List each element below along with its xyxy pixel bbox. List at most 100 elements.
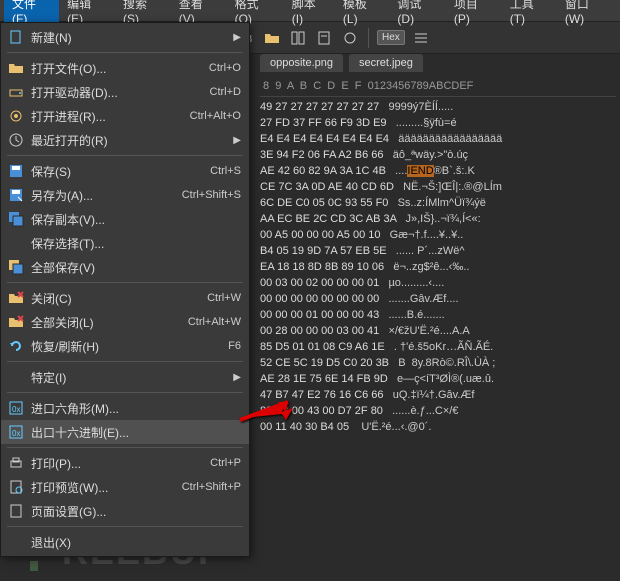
hex-row[interactable]: 49 27 27 27 27 27 27 27 9999ý7ÈÍÍ..... [260, 99, 616, 115]
menu-item-10[interactable]: 保存选择(T)... [1, 231, 249, 255]
hex-row[interactable]: 00 28 00 00 00 03 00 41 ×/€žU'Ë.²é....A.… [260, 323, 616, 339]
menu-label: 保存(S) [27, 163, 210, 180]
tab-secret[interactable]: secret.jpeg [349, 54, 423, 72]
menu-label: 全部关闭(L) [27, 314, 188, 331]
menu-5[interactable]: 脚本(I) [284, 0, 335, 28]
hex-row[interactable]: E4 E4 E4 E4 E4 E4 E4 E4 ääääääääääääääää… [260, 131, 616, 147]
menu-label: 最近打开的(R) [27, 132, 229, 149]
menu-label: 打印(P)... [27, 455, 210, 472]
hex-row[interactable]: 85 D5 01 01 08 C9 A6 1E . †'é.š5oKr…ÃÑ.Ã… [260, 339, 616, 355]
menu-label: 全部保存(V) [27, 259, 241, 276]
hex-row[interactable]: CE 7C 3A 0D AE 40 CD 6D NË.¬Š:]ŒÎ|:.®@LÍ… [260, 179, 616, 195]
menu-label: 新建(N) [27, 29, 229, 46]
submenu-arrow-icon: ▶ [233, 32, 241, 43]
drive-icon [5, 83, 27, 101]
menu-6[interactable]: 模板(L) [335, 0, 390, 28]
hex-row[interactable]: B4 05 19 9D 7A 57 EB 5E ...... P´...zWë^ [260, 243, 616, 259]
hex-row[interactable]: 00 11 40 30 B4 05 U'Ë.²é...‹.@0´. [260, 419, 616, 435]
saveall-icon [5, 258, 27, 276]
menu-8[interactable]: 项目(P) [446, 0, 502, 28]
submenu-arrow-icon: ▶ [233, 372, 241, 383]
compare-icon[interactable] [288, 28, 308, 48]
annotation-arrow [238, 400, 298, 443]
menu-shortcut: Ctrl+Shift+P [182, 481, 241, 493]
menubar[interactable]: 文件(F)编辑(E)搜索(S)查看(V)格式(O)脚本(I)模板(L)调试(D)… [0, 0, 620, 22]
hex-row[interactable]: AE 28 1E 75 6E 14 FB 9D e—ç<íT³ØÌ®(.uæ.û… [260, 371, 616, 387]
menu-item-7[interactable]: 保存(S)Ctrl+S [1, 159, 249, 183]
menu-label: 另存为(A)... [27, 187, 182, 204]
hex-row[interactable]: EA 18 18 8D 8B 89 10 06 ë¬..zg$²ê...‹‰.. [260, 259, 616, 275]
menu-item-24[interactable]: 页面设置(G)... [1, 499, 249, 523]
save-icon [5, 162, 27, 180]
menu-label: 退出(X) [27, 534, 241, 551]
menu-item-2[interactable]: 打开文件(O)...Ctrl+O [1, 56, 249, 80]
open-icon [5, 59, 27, 77]
hex-row[interactable]: 00 03 00 02 00 00 00 01 µo.........‹.... [260, 275, 616, 291]
menu-shortcut: Ctrl+D [210, 86, 241, 98]
hex-row[interactable]: 00 00 00 00 00 00 00 00 .......Gâv.Æf...… [260, 291, 616, 307]
menu-7[interactable]: 调试(D) [389, 0, 445, 28]
page-icon [5, 502, 27, 520]
hex-mode-button[interactable]: Hex [377, 30, 405, 45]
menu-label: 关闭(C) [27, 290, 207, 307]
menu-item-15[interactable]: 恢复/刷新(H)F6 [1, 334, 249, 358]
proc-icon [5, 107, 27, 125]
menu-label: 打印预览(W)... [27, 479, 182, 496]
blank-icon [5, 234, 27, 252]
menu-item-13[interactable]: 关闭(C)Ctrl+W [1, 286, 249, 310]
hex-editor[interactable]: 8 9 A B C D E F 0123456789ABCDEF 49 27 2… [260, 78, 616, 577]
recent-icon [5, 131, 27, 149]
hex-row[interactable]: AA EC BE 2C CD 3C AB 3A J»,IŠ}..¬ï¾,Í<«: [260, 211, 616, 227]
hex-row[interactable]: 3E 94 F2 06 FA A2 B6 66 äô_ªwäy.>"ò.úç [260, 147, 616, 163]
calc-icon[interactable] [314, 28, 334, 48]
menu-9[interactable]: 工具(T) [502, 0, 557, 28]
menu-shortcut: Ctrl+S [210, 165, 241, 177]
menu-item-17[interactable]: 特定(I)▶ [1, 365, 249, 389]
menu-shortcut: F6 [228, 340, 241, 352]
settings-icon[interactable] [411, 28, 431, 48]
menu-shortcut: Ctrl+W [207, 292, 241, 304]
preview-icon [5, 478, 27, 496]
hex-row[interactable]: 47 B7 47 E2 76 16 C6 66 uQ.‡ï¼†.Gâv.Æf [260, 387, 616, 403]
hex-row[interactable]: 6C DE C0 05 0C 93 55 F0 Ss..z:ÍMlm^Üï¾ýë [260, 195, 616, 211]
menu-label: 保存选择(T)... [27, 235, 241, 252]
menu-item-9[interactable]: 保存副本(V)... [1, 207, 249, 231]
menu-10[interactable]: 窗口(W) [557, 0, 616, 28]
menu-item-20[interactable]: 0x出口十六进制(E)... [1, 420, 249, 444]
tab-opposite[interactable]: opposite.png [260, 54, 343, 72]
menu-label: 打开驱动器(D)... [27, 84, 210, 101]
menu-item-14[interactable]: 全部关闭(L)Ctrl+Alt+W [1, 310, 249, 334]
hex-row[interactable]: 27 FD 37 FF 66 F9 3D E9 .........§ÿfù=é [260, 115, 616, 131]
svg-text:0x: 0x [12, 405, 20, 414]
hex-row[interactable]: 00 A5 00 00 00 A5 00 10 Gæ¬†.f....¥..¥.. [260, 227, 616, 243]
menu-item-26[interactable]: 退出(X) [1, 530, 249, 554]
savecopy-icon [5, 210, 27, 228]
menu-item-8[interactable]: 另存为(A)...Ctrl+Shift+S [1, 183, 249, 207]
hex-column-header: 8 9 A B C D E F 0123456789ABCDEF [260, 78, 616, 97]
file-menu-dropdown: 新建(N)▶打开文件(O)...Ctrl+O打开驱动器(D)...Ctrl+D打… [0, 22, 250, 557]
menu-shortcut: Ctrl+O [209, 62, 241, 74]
tab-bar: opposite.png secret.jpeg [260, 54, 423, 72]
menu-item-3[interactable]: 打开驱动器(D)...Ctrl+D [1, 80, 249, 104]
blank-icon [5, 533, 27, 551]
menu-item-23[interactable]: 打印预览(W)...Ctrl+Shift+P [1, 475, 249, 499]
menu-item-0[interactable]: 新建(N) ▶ [1, 25, 249, 49]
menu-label: 出口十六进制(E)... [27, 424, 241, 441]
hex-body: 49 27 27 27 27 27 27 27 9999ý7ÈÍÍ.....27… [260, 99, 616, 435]
menu-label: 打开进程(R)... [27, 108, 190, 125]
menu-item-5[interactable]: 最近打开的(R)▶ [1, 128, 249, 152]
menu-item-19[interactable]: 0x进口六角形(M)... [1, 396, 249, 420]
hex-row[interactable]: 52 CE 5C 19 D5 C0 20 3B B 8y.8Rò©.RÎ\.ÙÀ… [260, 355, 616, 371]
menu-shortcut: Ctrl+Alt+O [190, 110, 241, 122]
menu-item-11[interactable]: 全部保存(V) [1, 255, 249, 279]
other-icon[interactable] [340, 28, 360, 48]
hex-row[interactable]: AE 42 60 82 9A 3A 1C 4B ....IEND®B`.š:.K [260, 163, 616, 179]
menu-label: 恢复/刷新(H) [27, 338, 228, 355]
menu-item-22[interactable]: 打印(P)...Ctrl+P [1, 451, 249, 475]
menu-label: 页面设置(G)... [27, 503, 241, 520]
hex-row[interactable]: 83 B8 00 43 00 D7 2F 80 ......è.ƒ...C×/€ [260, 403, 616, 419]
folder-icon[interactable] [262, 28, 282, 48]
hex-row[interactable]: 00 00 00 01 00 00 00 43 ......B.é....... [260, 307, 616, 323]
blank-icon [5, 368, 27, 386]
menu-item-4[interactable]: 打开进程(R)...Ctrl+Alt+O [1, 104, 249, 128]
